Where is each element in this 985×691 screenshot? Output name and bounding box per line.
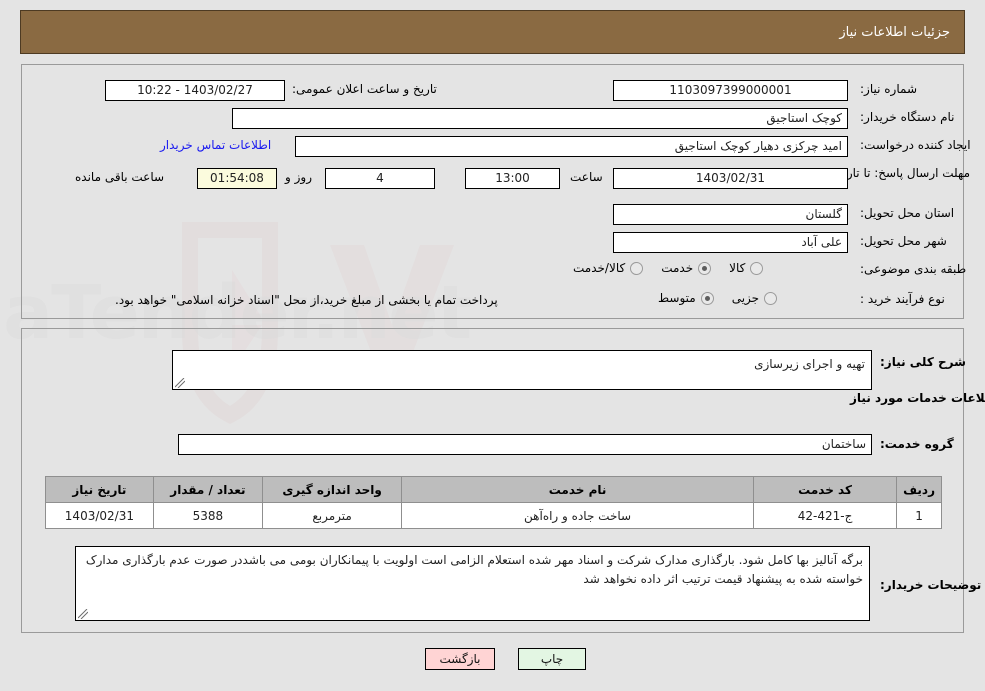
buyer-notes-value: برگه آنالیز بها کامل شود. بارگذاری مدارک… <box>85 553 863 586</box>
province-value: گلستان <box>613 204 848 225</box>
radio-circle-icon[interactable] <box>750 261 764 275</box>
remaining-suffix-wrap: ساعت باقی مانده <box>75 170 164 184</box>
process-radio-jozee[interactable]: جزیی <box>731 291 778 305</box>
back-button[interactable]: بازگشت <box>425 648 495 670</box>
process-label-wrap: نوع فرآیند خرید : <box>860 292 945 306</box>
deadline-label: مهلت ارسال پاسخ: تا تاریخ: <box>831 166 970 180</box>
remaining-timer-value: 01:54:08 <box>197 168 277 189</box>
need-summary-panel <box>21 64 964 319</box>
services-section-title-wrap: اطلاعات خدمات مورد نیاز <box>850 391 985 405</box>
hour-label-wrap: ساعت <box>570 170 603 184</box>
deadline-time-value: 13:00 <box>465 168 560 189</box>
need-number-value: 1103097399000001 <box>613 80 848 101</box>
process-type-label: نوع فرآیند خرید : <box>860 292 945 306</box>
category-radio-label: کالا/خدمت <box>573 261 626 275</box>
category-radio-khedmat[interactable]: خدمت <box>661 261 712 275</box>
buyer-org-label: نام دستگاه خریدار: <box>860 110 955 124</box>
buyer-contact-link-wrap[interactable]: اطلاعات تماس خریدار <box>160 138 271 152</box>
province-label-wrap: استان محل تحویل: <box>860 206 954 220</box>
remaining-days-value: 4 <box>325 168 435 189</box>
buyer-contact-link[interactable]: اطلاعات تماس خریدار <box>160 138 271 152</box>
deadline-label-wrap: مهلت ارسال پاسخ: تا تاریخ: <box>831 166 970 181</box>
process-radio-motavasset[interactable]: متوسط <box>658 291 714 305</box>
city-label-wrap: شهر محل تحویل: <box>860 234 947 248</box>
deadline-date-value: 1403/02/31 <box>613 168 848 189</box>
category-radio-label: خدمت <box>661 261 694 275</box>
category-radio-kala-khedmat[interactable]: کالا/خدمت <box>573 261 644 275</box>
payment-note-text: پرداخت تمام یا بخشی از مبلغ خرید،از محل … <box>115 293 498 307</box>
services-section-title: اطلاعات خدمات مورد نیاز <box>850 391 985 405</box>
page-title: جزئیات اطلاعات نیاز <box>839 24 950 40</box>
process-radio-group[interactable]: جزیی متوسط <box>640 291 778 305</box>
radio-circle-selected-icon[interactable] <box>700 291 714 305</box>
window-title-bar: جزئیات اطلاعات نیاز <box>20 10 965 54</box>
radio-circle-selected-icon[interactable] <box>698 261 712 275</box>
buyer-org-label-wrap: نام دستگاه خریدار: <box>860 110 955 124</box>
service-group-label: گروه خدمت: <box>880 437 954 451</box>
category-label-wrap: طبقه بندی موضوعی: <box>860 262 966 276</box>
requester-value: امید چرکزی دهیار کوچک استاجیق <box>295 136 848 157</box>
resize-grip-icon[interactable] <box>78 609 88 619</box>
requester-label: ایجاد کننده درخواست: <box>860 138 971 152</box>
days-and-label: روز و <box>285 170 312 184</box>
overall-desc-value: تهیه و اجرای زیرسازی <box>754 357 865 371</box>
print-button[interactable]: چاپ <box>518 648 586 670</box>
payment-note-wrap: پرداخت تمام یا بخشی از مبلغ خرید،از محل … <box>115 293 498 307</box>
need-number-row: شماره نیاز: <box>860 82 917 96</box>
days-and-label-wrap: روز و <box>285 170 312 184</box>
city-label: شهر محل تحویل: <box>860 234 947 248</box>
overall-desc-label-wrap: شرح کلی نیاز: <box>880 355 966 369</box>
buyer-org-value: کوچک استاجیق <box>232 108 848 129</box>
process-radio-label: جزیی <box>731 291 760 305</box>
category-radio-label: کالا <box>729 261 746 275</box>
resize-grip-icon[interactable] <box>175 378 185 388</box>
service-group-label-wrap: گروه خدمت: <box>880 437 954 451</box>
buyer-notes-label: توضیحات خریدار: <box>880 578 982 592</box>
radio-circle-icon[interactable] <box>764 291 778 305</box>
requester-label-wrap: ایجاد کننده درخواست: <box>860 138 971 152</box>
hour-label: ساعت <box>570 170 603 184</box>
process-radio-label: متوسط <box>658 291 696 305</box>
province-label: استان محل تحویل: <box>860 206 955 220</box>
buyer-notes-label-wrap: توضیحات خریدار: <box>880 578 981 592</box>
category-radio-kala[interactable]: کالا <box>729 261 764 275</box>
buyer-notes-textarea[interactable]: برگه آنالیز بها کامل شود. بارگذاری مدارک… <box>75 546 870 621</box>
public-announce-label-wrap: تاریخ و ساعت اعلان عمومی: <box>292 82 437 96</box>
service-group-value: ساختمان <box>178 434 872 455</box>
overall-desc-label: شرح کلی نیاز: <box>880 355 966 369</box>
public-announce-value: 1403/02/27 - 10:22 <box>105 80 285 101</box>
category-radio-group[interactable]: کالا خدمت کالا/خدمت <box>555 261 764 275</box>
city-value: علی آباد <box>613 232 848 253</box>
radio-circle-icon[interactable] <box>630 261 644 275</box>
public-announce-label: تاریخ و ساعت اعلان عمومی: <box>292 82 437 96</box>
category-label: طبقه بندی موضوعی: <box>860 262 967 276</box>
remaining-suffix-label: ساعت باقی مانده <box>75 170 165 184</box>
need-number-label: شماره نیاز: <box>860 82 917 96</box>
overall-desc-textarea[interactable]: تهیه و اجرای زیرسازی <box>172 350 872 390</box>
